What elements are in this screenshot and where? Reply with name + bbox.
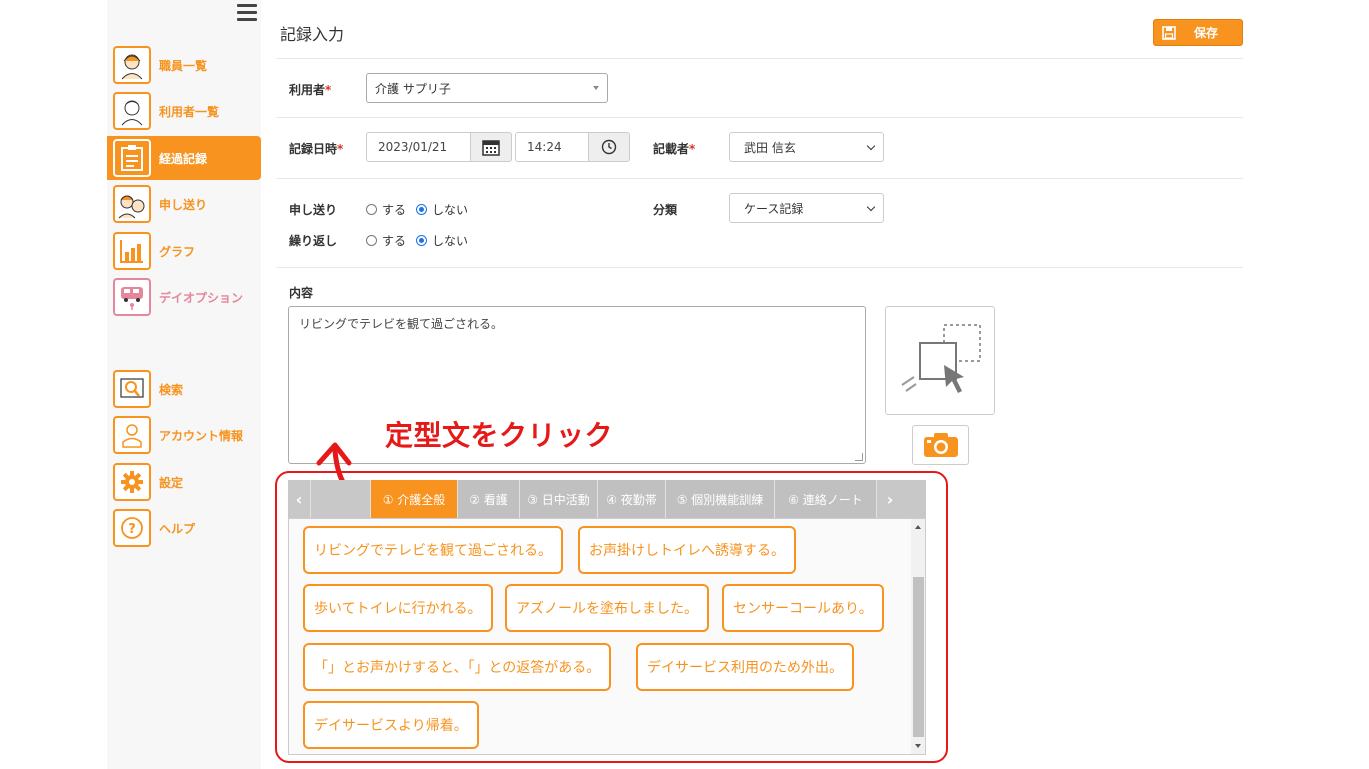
menu-toggle-icon[interactable] — [237, 4, 257, 22]
camera-button[interactable] — [912, 425, 969, 465]
tab-individual-training[interactable]: ⑤ 個別機能訓練 — [665, 480, 774, 518]
divider — [276, 178, 1243, 179]
camera-icon — [923, 433, 958, 457]
clipboard-icon — [113, 139, 151, 177]
scroll-down-icon[interactable] — [915, 744, 921, 748]
recorder-select[interactable]: 武田 信玄 — [729, 132, 884, 162]
sidebar-item-progress-record[interactable]: 経過記録 — [107, 136, 261, 180]
calendar-button[interactable] — [470, 132, 512, 162]
resize-handle-icon[interactable] — [855, 453, 863, 461]
chevron-down-icon — [866, 141, 876, 151]
page-title: 記録入力 — [280, 25, 345, 44]
scroll-up-icon[interactable] — [915, 525, 921, 529]
phrase-scrollbar[interactable] — [911, 519, 925, 754]
phrase-chip[interactable]: 歩いてトイレに行かれる。 — [303, 584, 493, 632]
tab-scroll-right-icon[interactable]: › — [876, 480, 903, 518]
help-icon: ? — [113, 509, 151, 547]
repeat-no-radio[interactable]: しない — [416, 232, 468, 249]
sidebar-item-label: ヘルプ — [159, 521, 196, 536]
user-select[interactable]: 介護 サプリ子 — [366, 73, 608, 103]
sidebar-item-label: 設定 — [159, 475, 184, 490]
repeat-yes-radio[interactable]: する — [366, 232, 406, 249]
divider — [276, 117, 1243, 118]
recorder-label: 記載者* — [653, 142, 696, 156]
sidebar-item-handover[interactable]: 申し送り — [107, 182, 261, 226]
save-button-label: 保存 — [1194, 26, 1219, 40]
sidebar-item-label: デイオプション — [159, 290, 244, 305]
graph-icon — [113, 232, 151, 270]
template-tabs: ‹ ① 介護全般 ② 看護 ③ 日中活動 ④ 夜勤帯 ⑤ 個別機能訓練 ⑥ 連絡… — [288, 480, 926, 518]
phrase-chip[interactable]: お声掛けしトイレへ誘導する。 — [578, 526, 796, 574]
phrase-chip[interactable]: デイサービスより帰着。 — [303, 701, 479, 749]
tab-daytime-activity[interactable]: ③ 日中活動 — [519, 480, 597, 518]
time-input[interactable]: 14:24 — [515, 132, 589, 162]
phrase-chip[interactable]: デイサービス利用のため外出。 — [636, 643, 854, 691]
clock-button[interactable] — [588, 132, 630, 162]
sidebar-item-label: アカウント情報 — [159, 428, 244, 443]
floppy-disk-icon — [1162, 25, 1176, 40]
content-label: 内容 — [289, 286, 314, 300]
handover-radio-group: する しない — [366, 201, 478, 218]
chevron-down-icon — [866, 202, 876, 212]
svg-text:?: ? — [128, 522, 136, 537]
category-select[interactable]: ケース記録 — [729, 193, 884, 223]
sidebar-item-label: 申し送り — [159, 197, 208, 212]
calendar-icon — [482, 140, 500, 156]
tab-nursing[interactable]: ② 看護 — [457, 480, 519, 518]
handover-no-radio[interactable]: しない — [416, 201, 468, 218]
sidebar-item-label: グラフ — [159, 244, 196, 259]
handover-yes-radio[interactable]: する — [366, 201, 406, 218]
search-icon — [113, 370, 151, 408]
tab-contact-notebook[interactable]: ⑥ 連絡ノート — [774, 480, 876, 518]
sidebar-item-day-option[interactable]: デイオプション — [107, 275, 261, 319]
annotation-text: 定型文をクリック — [385, 419, 614, 452]
tab-night-shift[interactable]: ④ 夜勤帯 — [597, 480, 665, 518]
sidebar-item-search[interactable]: 検索 — [107, 367, 261, 411]
sidebar-item-account[interactable]: アカウント情報 — [107, 413, 261, 457]
phrase-chip[interactable]: リビングでテレビを観て過ごされる。 — [303, 526, 563, 574]
repeat-radio-group: する しない — [366, 232, 478, 249]
bus-icon — [113, 278, 151, 316]
phrase-chip[interactable]: 「」とお声かけすると、「」との返答がある。 — [303, 643, 612, 691]
template-phrase-list: リビングでテレビを観て過ごされる。 お声掛けしトイレへ誘導する。 歩いてトイレに… — [288, 518, 926, 755]
handover-label: 申し送り — [289, 203, 338, 217]
drag-drop-image-icon — [901, 324, 981, 393]
caret-down-icon — [593, 86, 599, 90]
category-label: 分類 — [653, 203, 678, 217]
account-icon — [113, 416, 151, 454]
sidebar-item-label: 職員一覧 — [159, 58, 208, 73]
sidebar-item-label: 検索 — [159, 382, 184, 397]
divider — [276, 58, 1243, 59]
repeat-label: 繰り返し — [289, 234, 338, 248]
clock-icon — [601, 139, 617, 155]
sidebar-item-settings[interactable]: 設定 — [107, 460, 261, 504]
save-button[interactable]: 保存 — [1153, 19, 1243, 46]
phrase-chip[interactable]: センサーコールあり。 — [722, 584, 884, 632]
sidebar-item-label: 経過記録 — [159, 151, 208, 166]
user-label: 利用者* — [289, 83, 332, 97]
sidebar-item-resident-list[interactable]: 利用者一覧 — [107, 89, 261, 133]
sidebar-item-label: 利用者一覧 — [159, 104, 220, 119]
sidebar-item-help[interactable]: ? ヘルプ — [107, 506, 261, 550]
tab-spacer — [310, 480, 370, 518]
divider — [276, 267, 1243, 268]
image-drop-area[interactable] — [885, 306, 995, 415]
staff-icon — [113, 46, 151, 84]
scroll-thumb[interactable] — [913, 577, 924, 737]
sidebar-item-graph[interactable]: グラフ — [107, 229, 261, 273]
tab-care-general[interactable]: ① 介護全般 — [370, 480, 457, 518]
resident-icon — [113, 92, 151, 130]
handover-icon — [113, 185, 151, 223]
tab-scroll-left-icon[interactable]: ‹ — [288, 480, 310, 518]
gear-icon — [113, 463, 151, 501]
phrase-chip[interactable]: アズノールを塗布しました。 — [505, 584, 709, 632]
sidebar-item-staff-list[interactable]: 職員一覧 — [107, 43, 261, 87]
datetime-label: 記録日時* — [289, 142, 344, 156]
date-input[interactable]: 2023/01/21 — [366, 132, 471, 162]
